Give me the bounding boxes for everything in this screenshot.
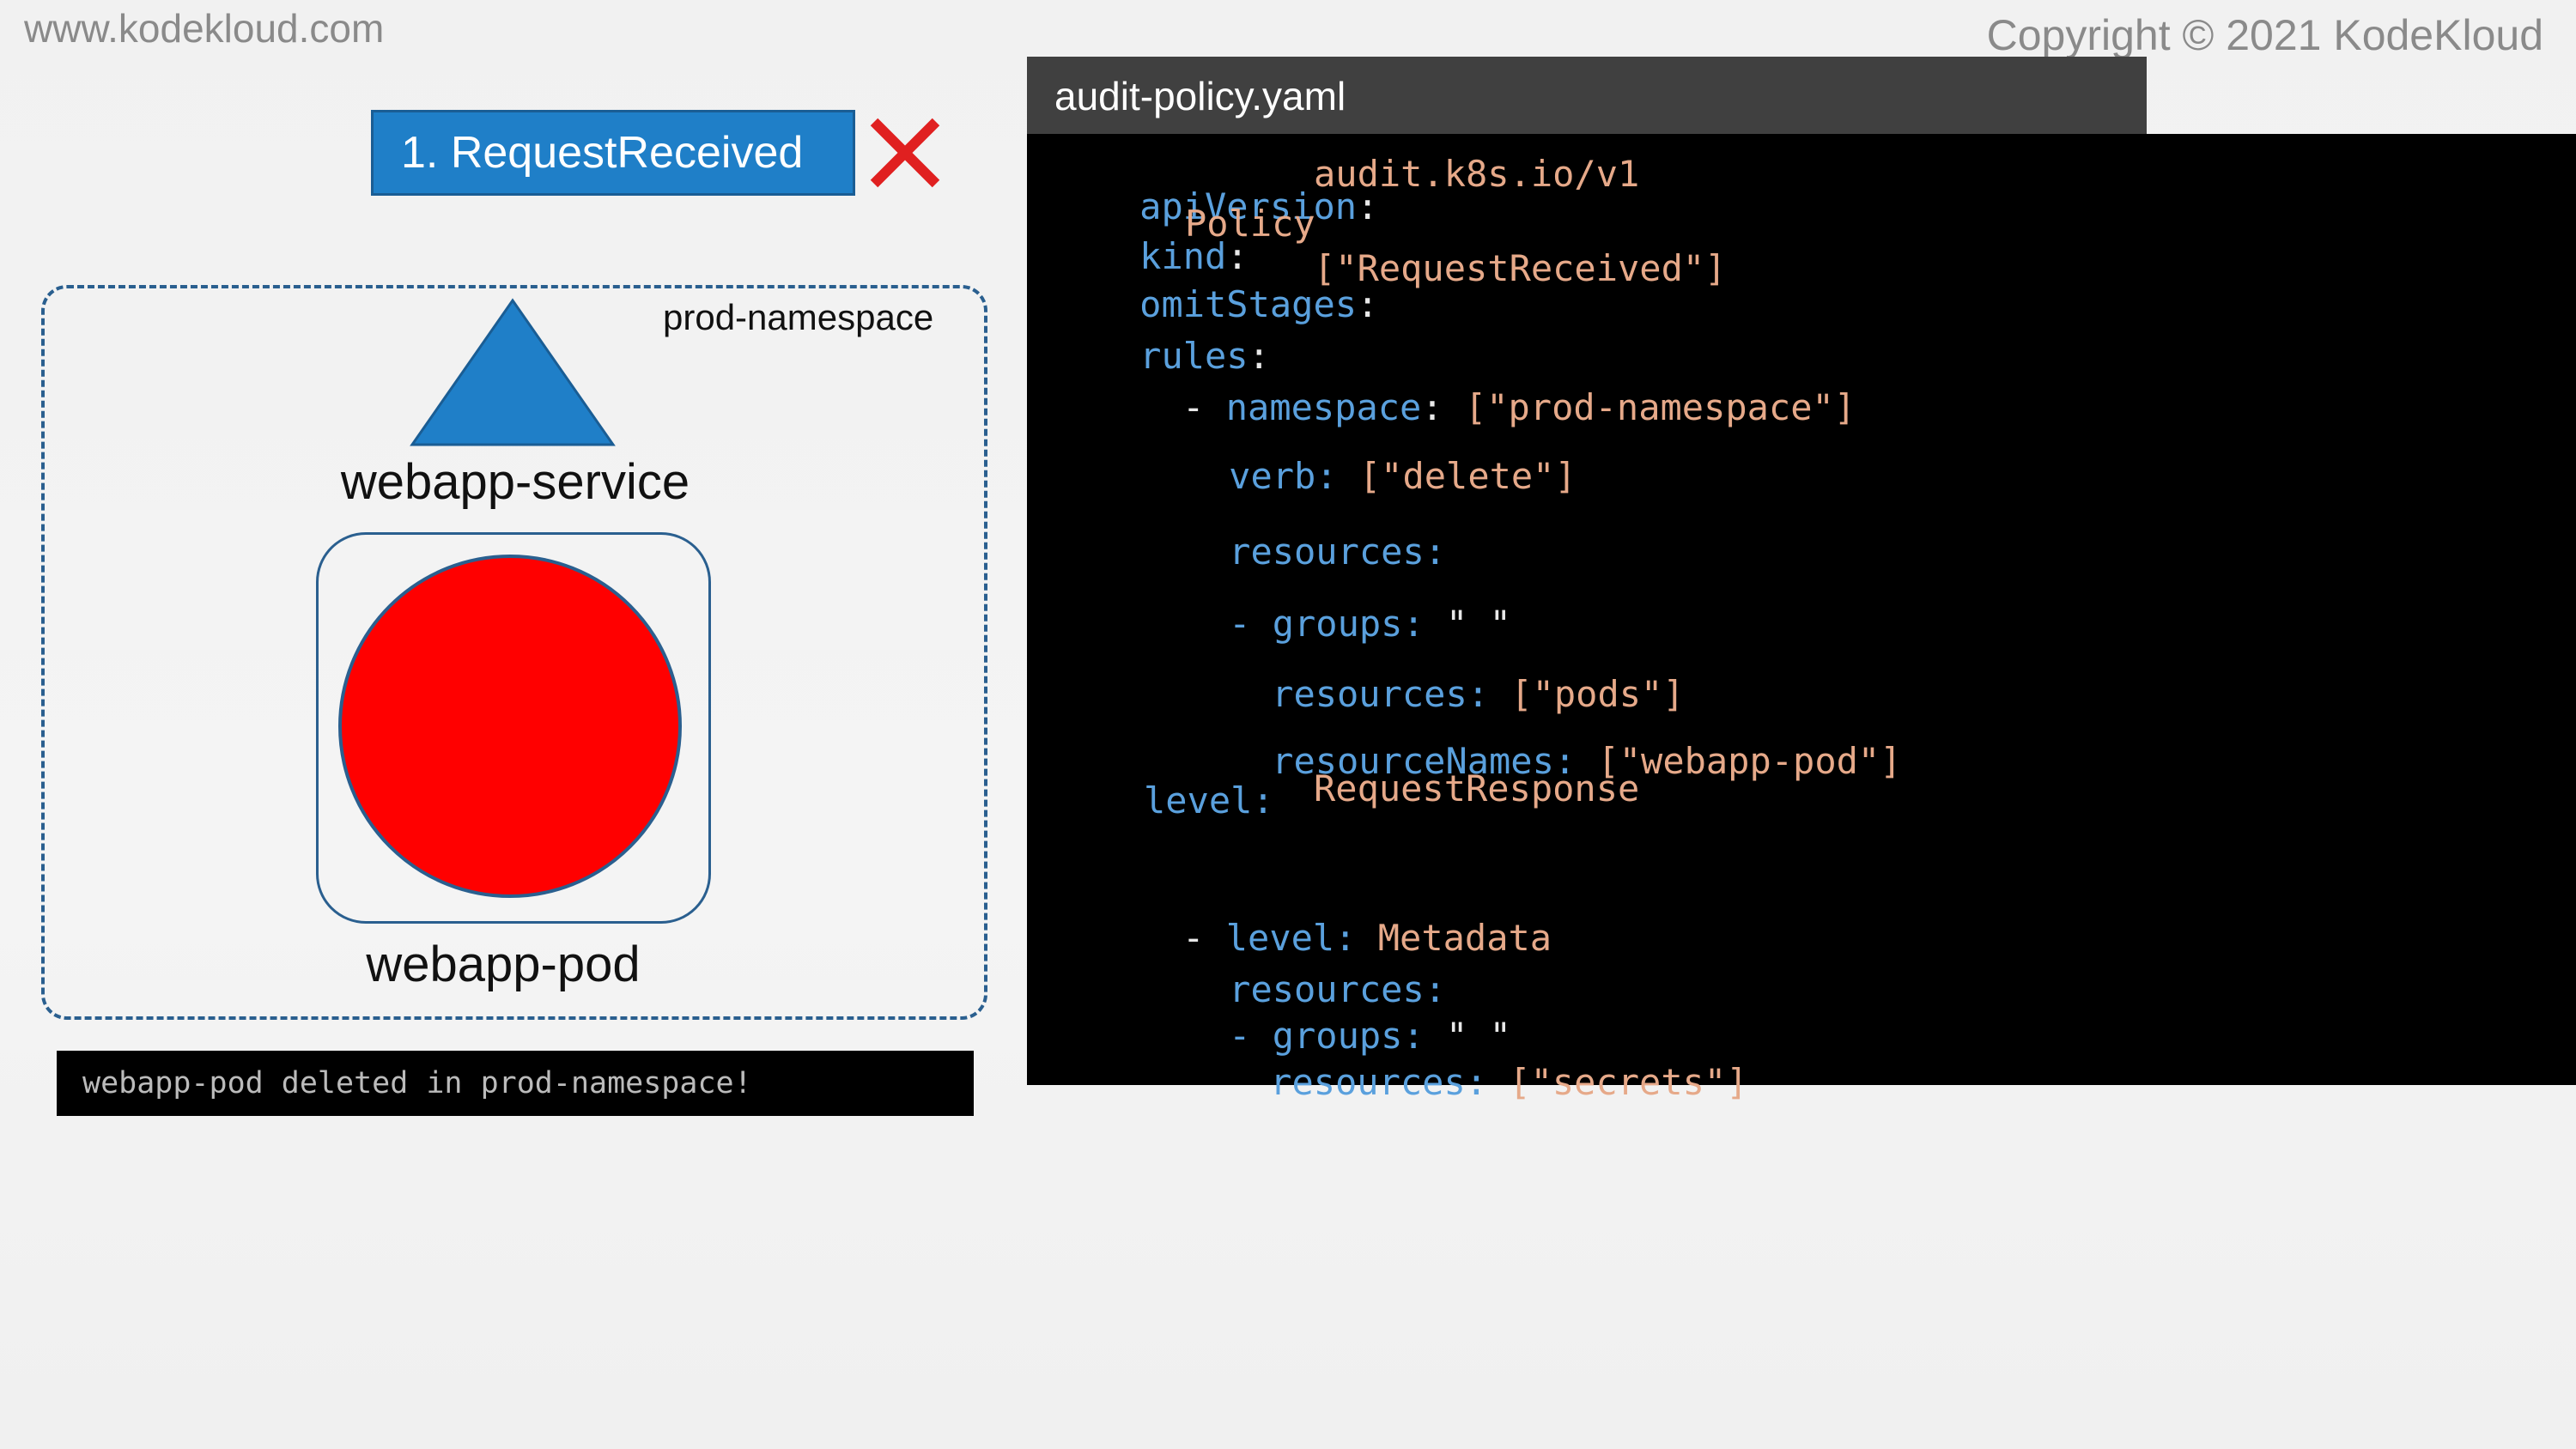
yaml-key: resources: — [1270, 1061, 1488, 1103]
service-triangle-icon — [410, 298, 616, 446]
terminal-output: webapp-pod deleted in prod-namespace! — [57, 1051, 974, 1116]
site-url: www.kodekloud.com — [24, 6, 385, 51]
code-line-resources-secrets: resources: ["secrets"] — [1183, 1028, 1747, 1137]
yaml-value: Policy — [1185, 203, 1315, 245]
pod-circle-icon — [338, 555, 682, 898]
namespace-label: prod-namespace — [663, 297, 934, 337]
yaml-key: verb: — [1229, 455, 1338, 497]
file-name: audit-policy.yaml — [1054, 74, 1346, 118]
yaml-key: - groups: — [1229, 603, 1425, 645]
copyright-text: Copyright © 2021 KodeKloud — [1986, 11, 2543, 59]
terminal-message: webapp-pod deleted in prod-namespace! — [82, 1066, 752, 1100]
yaml-value: RequestResponse — [1314, 767, 1640, 809]
yaml-value: ["delete"] — [1358, 455, 1577, 497]
yaml-value: ["RequestReceived"] — [1314, 247, 1727, 289]
code-panel: apiVersion: audit.k8s.io/v1 kind: Policy… — [1027, 134, 2576, 1100]
stage-label: 1. RequestReceived — [401, 128, 804, 178]
yaml-colon: : — [1357, 283, 1379, 325]
file-tab: audit-policy.yaml — [1027, 57, 2147, 136]
service-label: webapp-service — [340, 454, 690, 510]
yaml-key: resources: — [1229, 530, 1447, 573]
yaml-value: ["webapp-pod"] — [1597, 740, 1902, 782]
yaml-key: level: — [1144, 779, 1274, 822]
stage-request-received: 1. RequestReceived — [371, 110, 855, 196]
pod-label: webapp-pod — [366, 937, 641, 992]
yaml-value: audit.k8s.io/v1 — [1314, 153, 1640, 195]
cross-mark-icon — [870, 118, 940, 188]
yaml-value: " " — [1446, 603, 1511, 645]
yaml-value: ["secrets"] — [1509, 1061, 1748, 1103]
